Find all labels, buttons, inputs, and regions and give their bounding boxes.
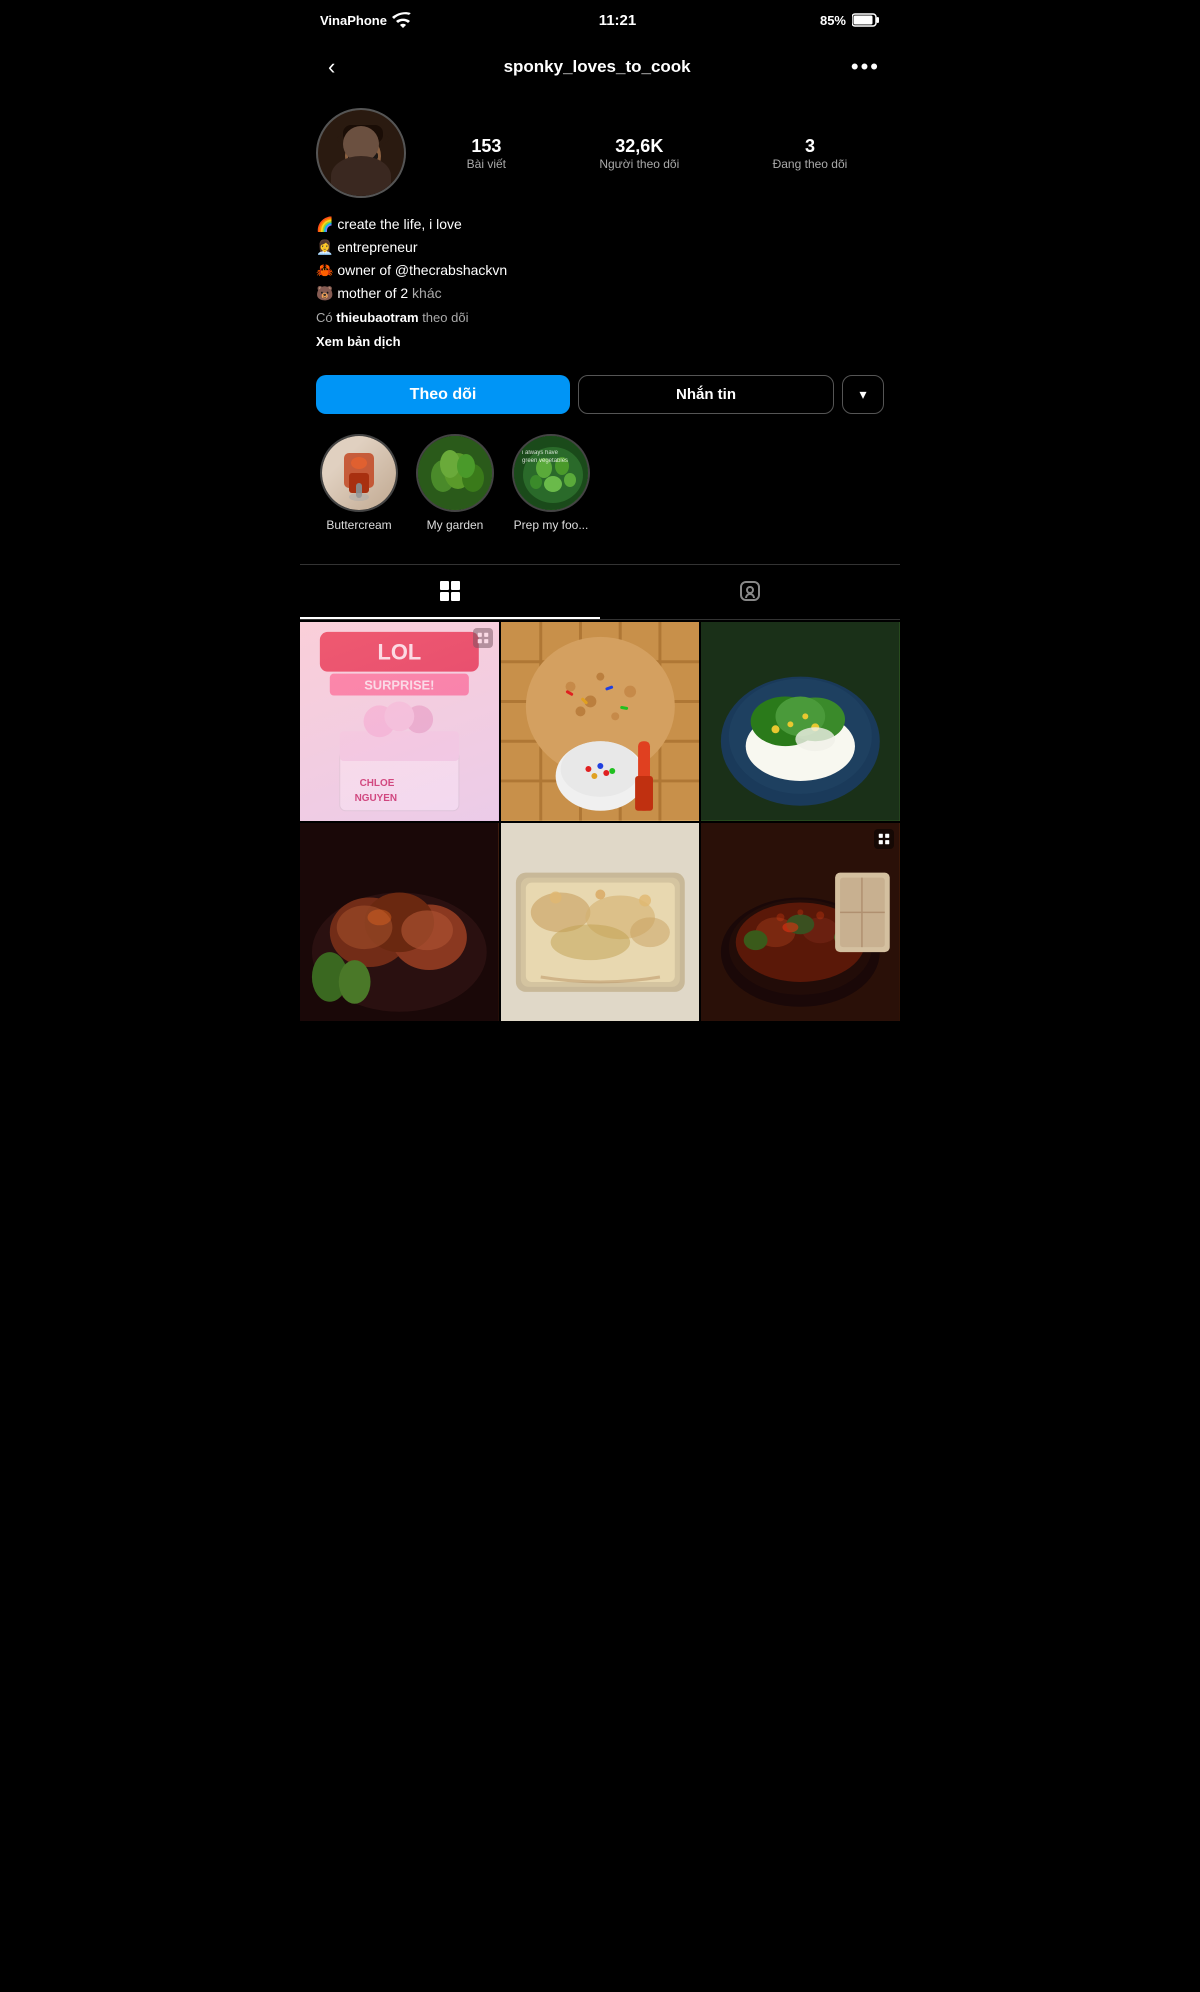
grid-icon	[438, 579, 462, 603]
tab-tagged[interactable]	[600, 565, 900, 619]
svg-text:SURPRISE!: SURPRISE!	[364, 678, 434, 693]
grid-item-cookie[interactable]	[501, 622, 700, 821]
mixer-illustration	[329, 443, 389, 503]
bio-line-3: 🦀 owner of @thecrabshackvn	[316, 260, 884, 281]
highlight-label-2: My garden	[427, 518, 484, 532]
multi-post-icon	[476, 631, 490, 645]
bio-line-4-text: 🐻 mother of 2	[316, 285, 408, 301]
carrier-text: VinaPhone	[320, 13, 387, 28]
highlight-label-1: Buttercream	[326, 518, 391, 532]
bio-line-4: 🐻 mother of 2 khác	[316, 283, 884, 304]
back-button[interactable]: ‹	[320, 50, 343, 84]
cookie-illustration	[501, 622, 700, 821]
svg-text:LOL: LOL	[377, 640, 421, 665]
avatar[interactable]	[316, 108, 406, 198]
avatar-illustration	[318, 110, 404, 196]
prep-illustration: i always have green vegetables	[514, 436, 590, 512]
soup-illustration	[701, 823, 900, 1022]
battery-icon	[852, 13, 880, 27]
highlight-img-3: i always have green vegetables	[514, 436, 588, 510]
svg-text:NGUYEN: NGUYEN	[355, 793, 397, 804]
grid-item-soup[interactable]	[701, 823, 900, 1022]
profile-header: ‹ sponky_loves_to_cook •••	[300, 40, 900, 98]
battery-text: 85%	[820, 13, 846, 28]
highlight-garden[interactable]: My garden	[416, 434, 494, 532]
follow-button[interactable]: Theo dõi	[316, 375, 570, 414]
chicken-illustration	[300, 823, 499, 1022]
followers-count: 32,6K	[599, 136, 679, 157]
stat-following[interactable]: 3 Đang theo dõi	[773, 136, 848, 171]
svg-text:green vegetables: green vegetables	[522, 458, 568, 464]
posts-label: Bài viết	[467, 157, 506, 171]
bio-follower-name[interactable]: thieubaotram	[336, 310, 418, 325]
message-button[interactable]: Nhắn tin	[578, 375, 834, 414]
tab-bar	[300, 564, 900, 620]
stat-followers[interactable]: 32,6K Người theo dõi	[599, 136, 679, 171]
highlights-row: Buttercream My garden	[316, 434, 884, 548]
wifi-icon	[391, 8, 415, 32]
highlight-circle-1	[320, 434, 398, 512]
highlight-circle-2	[416, 434, 494, 512]
grid-item-rice[interactable]	[701, 622, 900, 821]
stats-row: 153 Bài viết 32,6K Người theo dõi 3 Đang…	[430, 136, 884, 171]
highlight-img-2	[418, 436, 492, 510]
tagged-icon	[738, 579, 762, 603]
action-buttons: Theo dõi Nhắn tin ▾	[316, 375, 884, 414]
grid-item-casserole[interactable]	[501, 823, 700, 1022]
grid-item-lol[interactable]: LOL SURPRISE! CHLOE NGUYEN	[300, 622, 499, 821]
svg-text:i always have: i always have	[522, 450, 559, 456]
lol-cake-illustration: LOL SURPRISE! CHLOE NGUYEN	[300, 622, 499, 821]
status-time: 11:21	[599, 12, 637, 29]
tab-grid[interactable]	[300, 565, 600, 619]
profile-section: 153 Bài viết 32,6K Người theo dõi 3 Đang…	[300, 98, 900, 564]
multi-indicator-2	[874, 829, 894, 849]
status-right: 85%	[820, 13, 880, 28]
bio-line-3-text: 🦀 owner of @thecrabshackvn	[316, 262, 507, 278]
following-count: 3	[773, 136, 848, 157]
highlight-img-1	[322, 436, 396, 510]
bio-line-1: 🌈 create the life, i love	[316, 214, 884, 235]
casserole-illustration	[501, 823, 700, 1022]
highlight-label-3: Prep my foo...	[514, 518, 589, 532]
bio-line-2: 👩‍💼 entrepreneur	[316, 237, 884, 258]
profile-top: 153 Bài viết 32,6K Người theo dõi 3 Đang…	[316, 108, 884, 198]
bio-more-label[interactable]: khác	[412, 285, 442, 301]
multi-indicator-1	[473, 628, 493, 648]
status-left: VinaPhone	[320, 8, 415, 32]
bio-follower-line: Có thieubaotram theo dõi	[316, 308, 884, 328]
multi-post-icon-2	[877, 832, 891, 846]
photo-grid: LOL SURPRISE! CHLOE NGUYEN	[300, 622, 900, 1021]
profile-username: sponky_loves_to_cook	[504, 57, 691, 77]
dropdown-button[interactable]: ▾	[842, 375, 884, 414]
status-bar: VinaPhone 11:21 85%	[300, 0, 900, 40]
stat-posts[interactable]: 153 Bài viết	[467, 136, 506, 171]
highlight-buttercream[interactable]: Buttercream	[320, 434, 398, 532]
grid-item-chicken[interactable]	[300, 823, 499, 1022]
highlight-circle-3: i always have green vegetables	[512, 434, 590, 512]
posts-count: 153	[467, 136, 506, 157]
following-label: Đang theo dõi	[773, 157, 848, 171]
more-options-button[interactable]: •••	[851, 54, 880, 80]
highlight-prep[interactable]: i always have green vegetables Prep my f…	[512, 434, 590, 532]
bio-section: 🌈 create the life, i love 👩‍💼 entreprene…	[316, 214, 884, 363]
rice-illustration	[701, 622, 900, 821]
avatar-image	[318, 110, 404, 196]
svg-text:CHLOE: CHLOE	[360, 778, 395, 789]
followers-label: Người theo dõi	[599, 157, 679, 171]
bio-translate-button[interactable]: Xem bản dịch	[316, 332, 884, 352]
garden-illustration	[418, 436, 494, 512]
